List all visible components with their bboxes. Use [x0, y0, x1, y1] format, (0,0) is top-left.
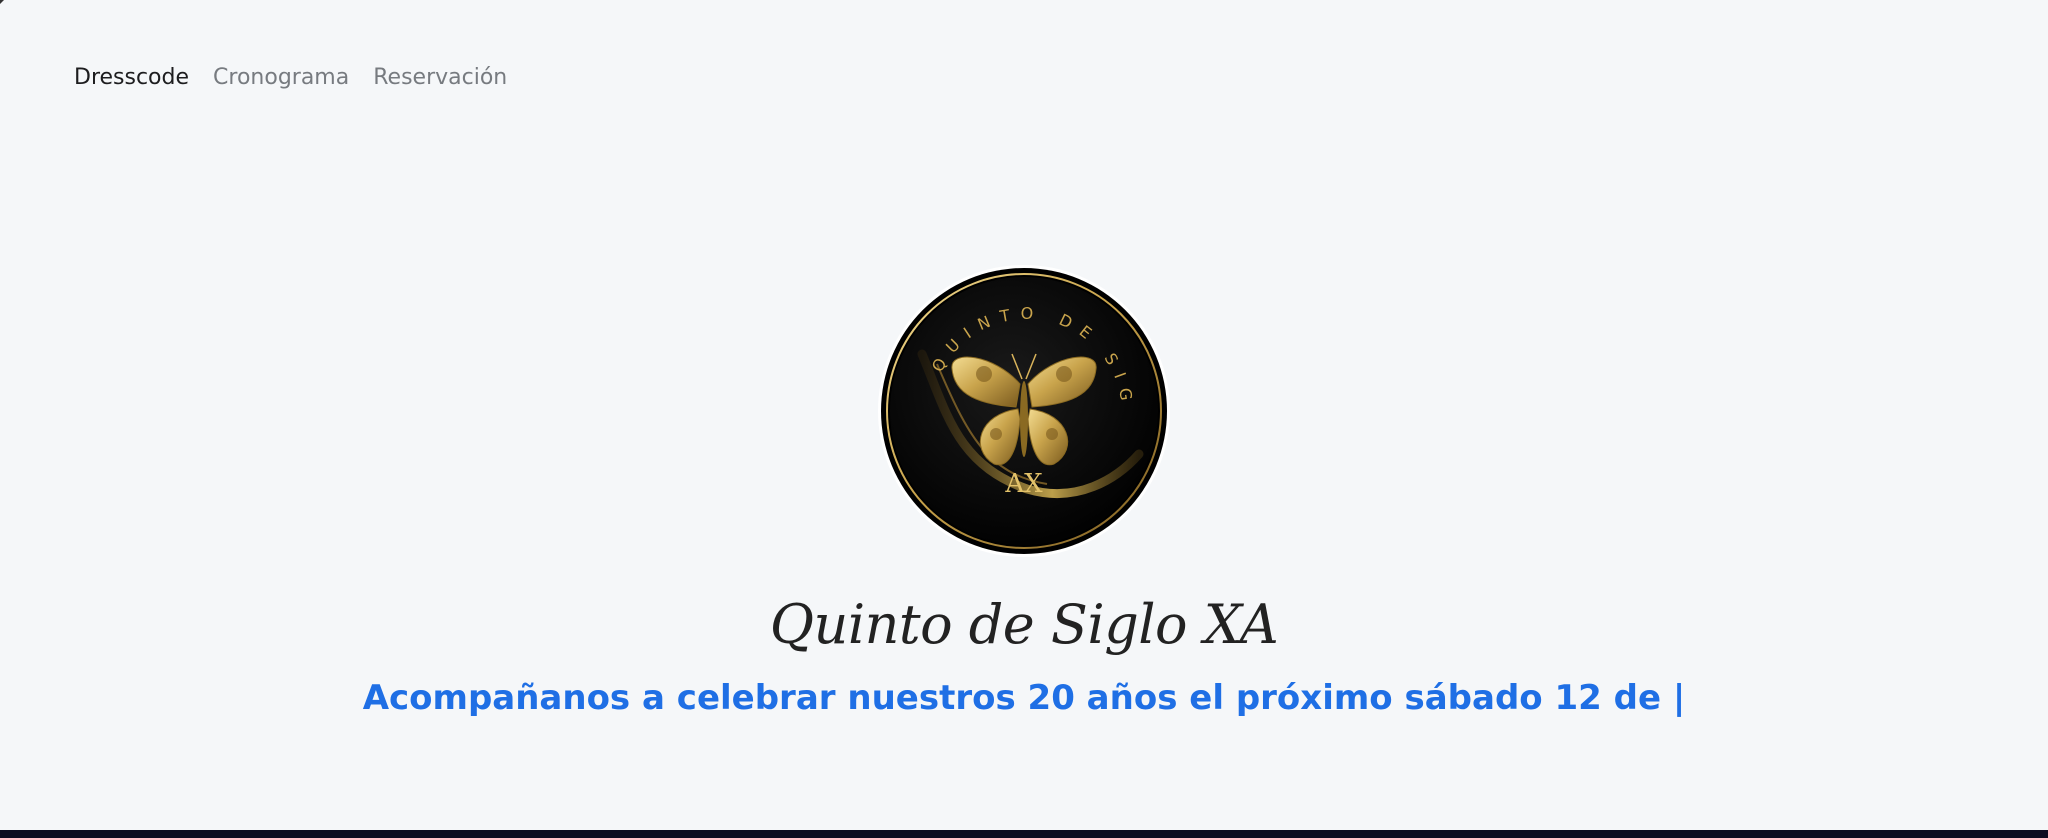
nav-item-cronograma[interactable]: Cronograma [213, 62, 349, 94]
top-navigation: Dresscode Cronograma Reservación [74, 62, 507, 94]
page: Dresscode Cronograma Reservación QUINTO … [0, 0, 2048, 838]
nav-item-reservacion[interactable]: Reservación [373, 62, 507, 94]
footer-bar [0, 830, 2048, 838]
hero-subtitle: Acompañanos a celebrar nuestros 20 años … [362, 678, 1686, 718]
corner-mark [0, 0, 4, 4]
logo-svg: QUINTO DE SIGLO AX [877, 264, 1170, 557]
event-logo: QUINTO DE SIGLO AX [877, 264, 1171, 558]
nav-item-dresscode[interactable]: Dresscode [74, 62, 189, 94]
page-title: Quinto de Siglo XA [769, 593, 1279, 656]
logo-monogram: AX [1004, 469, 1043, 499]
